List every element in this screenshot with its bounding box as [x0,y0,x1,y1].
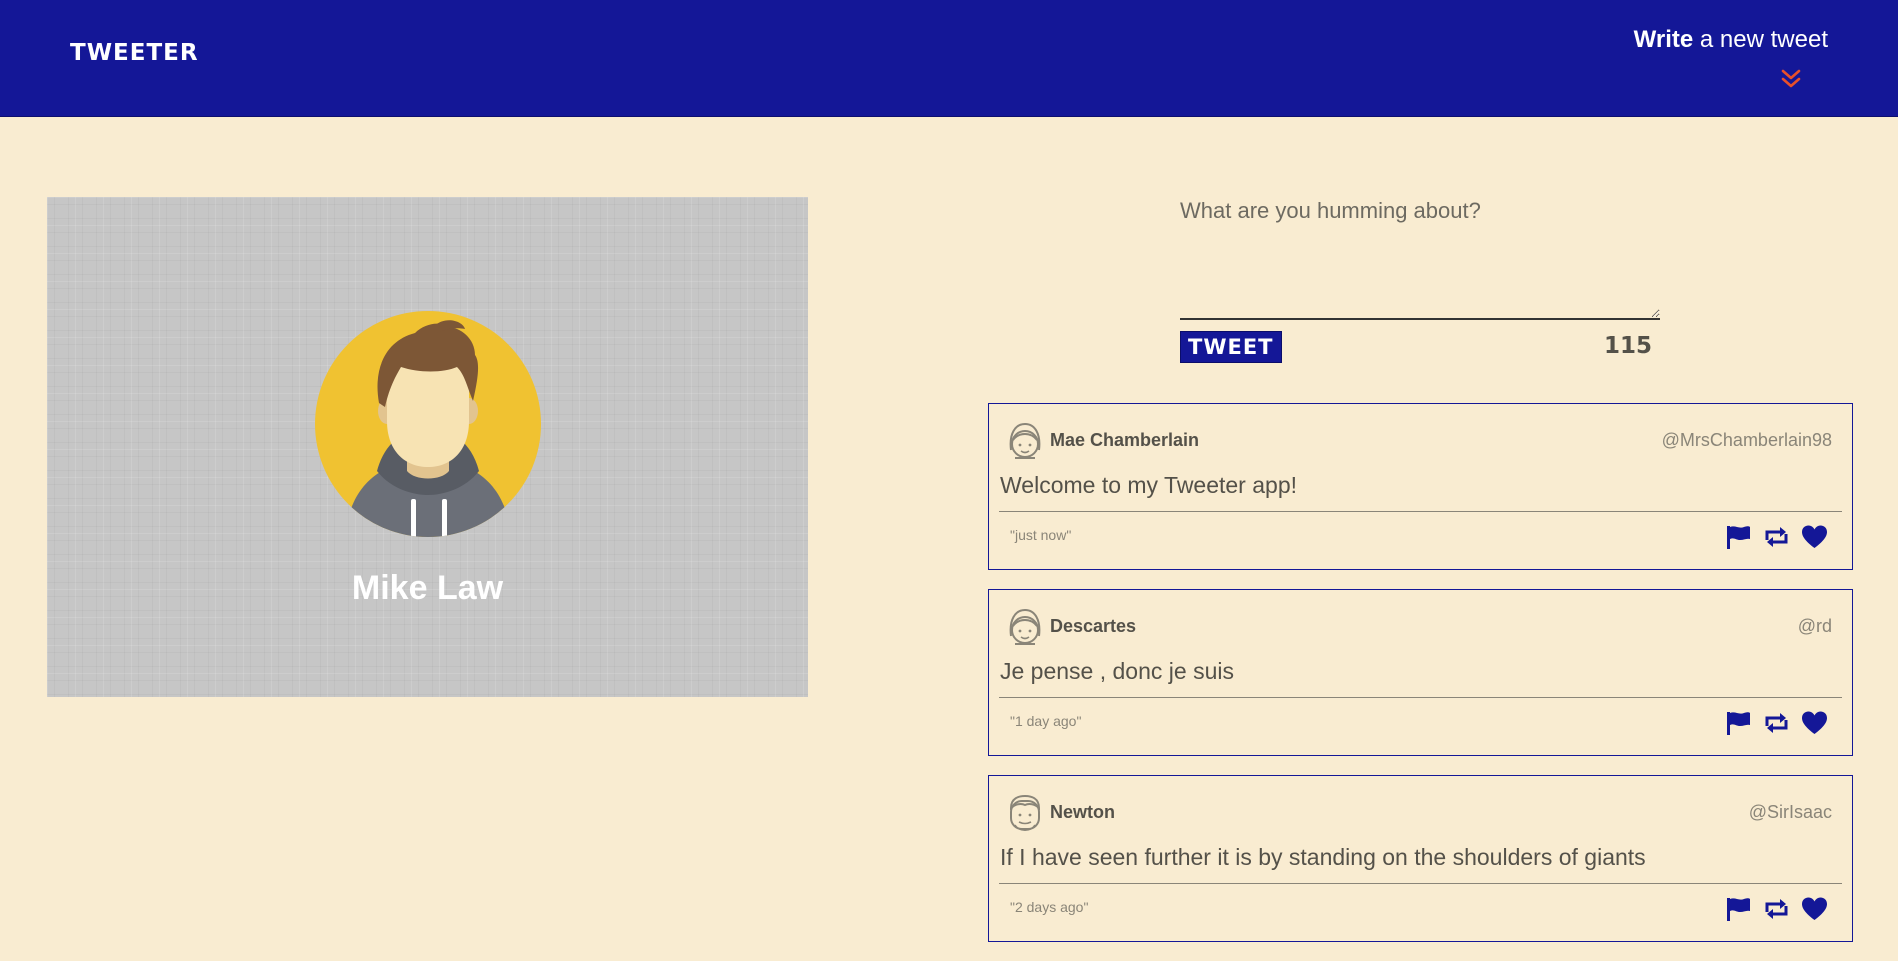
tweet-timestamp: "2 days ago" [1010,899,1089,915]
compose-toggle-label: Write a new tweet [1608,26,1828,54]
tweet-author-handle: @MrsChamberlain98 [1661,430,1832,450]
retweet-icon[interactable] [1763,896,1790,922]
top-nav: TWEETER Write a new tweet [0,0,1898,117]
man-face-icon [1009,794,1041,832]
tweet-card: Mae Chamberlain @MrsChamberlain98 Welcom… [988,403,1853,570]
tweet-actions [1725,896,1828,922]
tweet-timestamp: "just now" [1010,527,1072,543]
tweet-feed: Mae Chamberlain @MrsChamberlain98 Welcom… [988,403,1853,961]
tweet-input[interactable] [1180,190,1660,320]
tweet-card: Newton @SirIsaac If I have seen further … [988,775,1853,942]
user-avatar [315,311,541,537]
profile-name: Mike Law [351,569,504,607]
profile-card: Mike Law [47,197,808,697]
tweet-header: Mae Chamberlain @MrsChamberlain98 [1001,420,1832,462]
tweet-card: Descartes @rd Je pense , donc je suis "1… [988,589,1853,756]
tweet-composer: TWEET 115 [1180,190,1660,370]
tweet-content: Je pense , donc je suis [1000,658,1234,684]
compose-toggle-bold: Write [1633,26,1694,53]
flag-icon[interactable] [1725,896,1752,922]
chevron-double-down-icon[interactable] [1779,68,1803,92]
compose-toggle-rest: a new tweet [1693,26,1828,53]
tweet-content: If I have seen further it is by standing… [1000,844,1646,870]
tweet-header: Newton @SirIsaac [1001,792,1832,834]
retweet-icon[interactable] [1763,710,1790,736]
tweet-actions [1725,524,1828,550]
tweet-author-name: Mae Chamberlain [1050,430,1200,450]
char-counter: 115 [1603,333,1652,359]
retweet-icon[interactable] [1763,524,1790,550]
girl-face-icon [1009,608,1041,645]
heart-icon[interactable] [1801,524,1828,550]
tweet-actions [1725,710,1828,736]
tweet-header: Descartes @rd [1001,606,1832,648]
heart-icon[interactable] [1801,896,1828,922]
tweet-divider [999,511,1842,512]
tweet-button[interactable]: TWEET [1180,331,1282,363]
write-new-tweet-toggle[interactable]: Write a new tweet [1608,26,1828,96]
flag-icon[interactable] [1725,710,1752,736]
tweet-author-name: Newton [1050,802,1115,822]
tweet-divider [999,883,1842,884]
flag-icon[interactable] [1725,524,1752,550]
heart-icon[interactable] [1801,710,1828,736]
girl-face-icon [1009,422,1041,459]
tweet-author-name: Descartes [1050,616,1137,636]
tweet-author-handle: @rd [1797,616,1832,636]
tweet-divider [999,697,1842,698]
tweet-content: Welcome to my Tweeter app! [1000,472,1298,498]
tweet-author-handle: @SirIsaac [1748,802,1832,822]
brand-logo[interactable]: TWEETER [70,40,199,66]
tweet-timestamp: "1 day ago" [1010,713,1082,729]
